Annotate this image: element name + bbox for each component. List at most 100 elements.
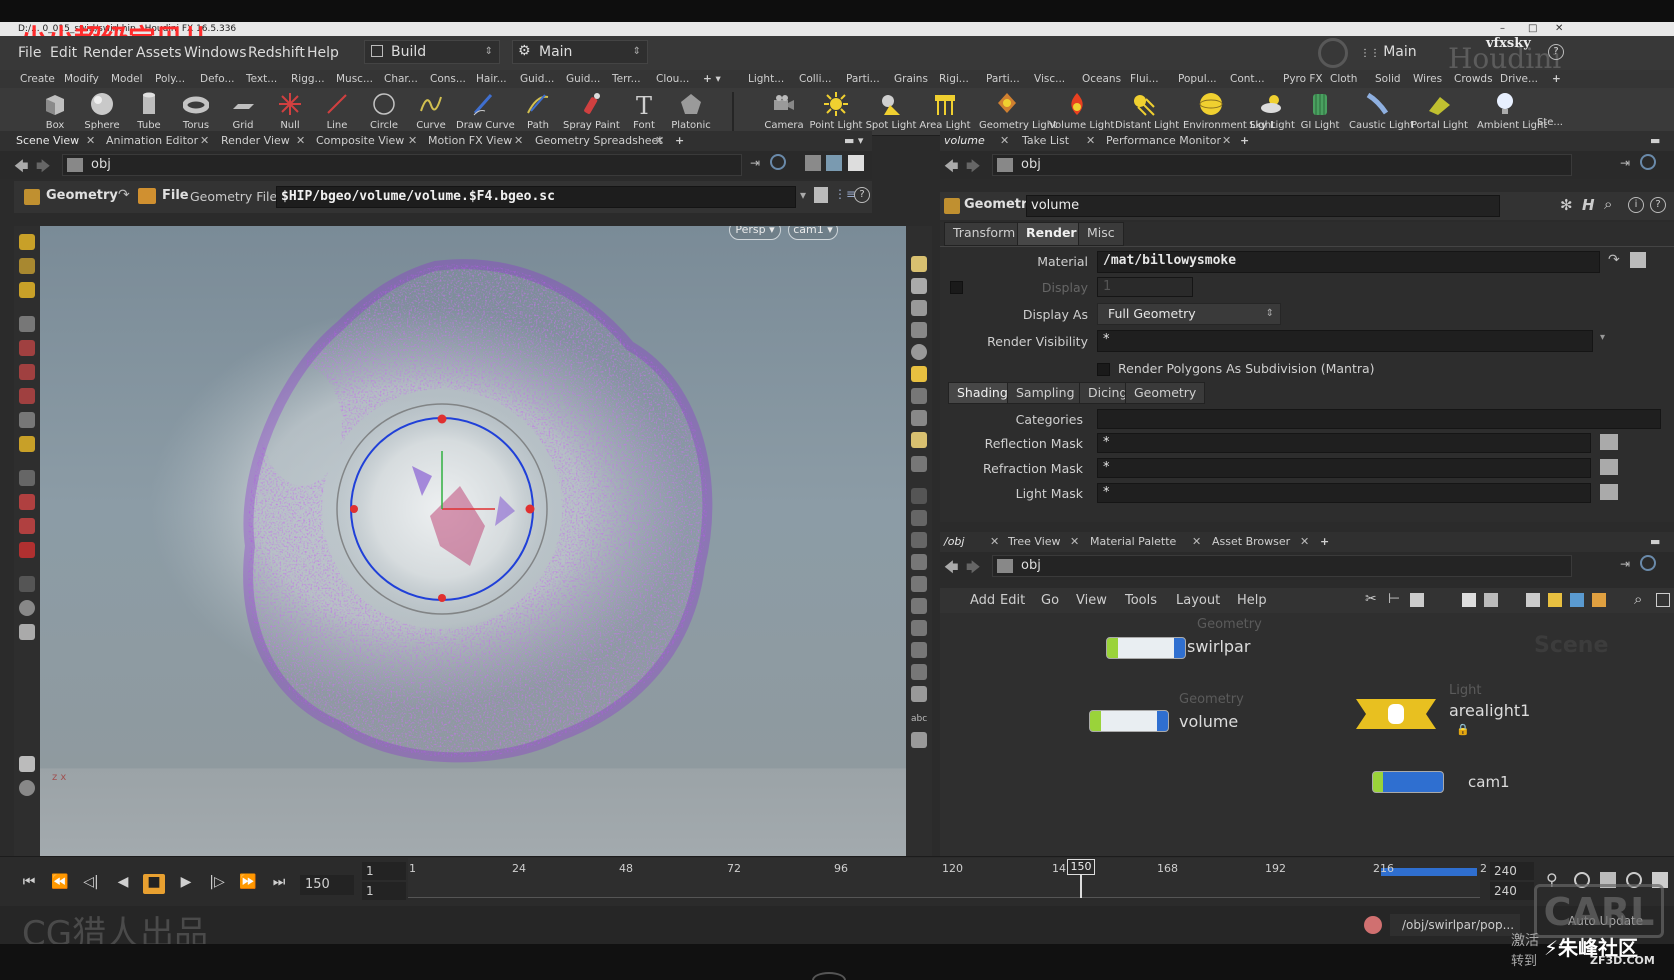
tool-portal-light[interactable]: Portal Light — [1411, 88, 1468, 136]
dropdown-arrow-icon[interactable]: ▾ — [1600, 332, 1605, 343]
close-icon[interactable]: ✕ — [1070, 535, 1079, 548]
snap-magnet-icon[interactable] — [19, 542, 35, 558]
network-editor[interactable]: Scene Geometry swirlpar Geometry volume … — [940, 613, 1674, 856]
display-icon[interactable] — [911, 256, 927, 272]
tool-stereo-camera[interactable]: Ste... — [1530, 88, 1570, 136]
lock-icon[interactable] — [911, 300, 927, 316]
frame-all-icon[interactable] — [1656, 593, 1670, 607]
add-tab-icon[interactable]: + — [675, 134, 684, 147]
network-menu-layout[interactable]: Layout — [1176, 593, 1220, 608]
snapshot-icon[interactable] — [911, 732, 927, 748]
render-visibility-field[interactable]: * — [1097, 330, 1593, 352]
material-field[interactable]: /mat/billowysmoke — [1097, 251, 1600, 273]
help-icon[interactable]: ? — [1548, 44, 1564, 60]
pane-menu-icon[interactable]: ▬ — [1650, 134, 1660, 147]
start-frame-field[interactable]: 1 — [362, 862, 406, 880]
shelf-tab-model[interactable]: Model — [111, 73, 143, 85]
left-path-field[interactable]: obj — [62, 154, 742, 176]
tool-distant-light[interactable]: Distant Light — [1115, 88, 1179, 136]
shelf-tab-particle-fluids[interactable]: Parti... — [986, 73, 1020, 85]
close-icon[interactable]: ✕ — [408, 134, 417, 147]
tool-platonic[interactable]: Platonic — [663, 88, 719, 136]
forward-arrow-icon[interactable]: 🡆 — [36, 156, 50, 180]
visibility-icon[interactable] — [911, 322, 927, 338]
param-path-field[interactable]: obj — [992, 154, 1572, 176]
end-frame-field-2[interactable]: 240 — [1490, 882, 1534, 900]
end-frame-field[interactable]: 240 — [1490, 862, 1534, 880]
start-frame-field-2[interactable]: 1 — [362, 882, 406, 900]
close-icon[interactable]: ✕ — [990, 535, 999, 548]
shelf-tab-rigid[interactable]: Rigi... — [939, 73, 969, 85]
pose-tool-icon[interactable] — [19, 282, 35, 298]
sub-tab-geometry[interactable]: Geometry — [1125, 382, 1206, 404]
shelf-tab-container[interactable]: Cont... — [1230, 73, 1265, 85]
tab-volume[interactable]: volume — [944, 134, 985, 147]
sphere-tool-icon[interactable] — [19, 600, 35, 616]
shelf-tab-cloud[interactable]: Clou... — [656, 73, 689, 85]
folder-tab-misc[interactable]: Misc — [1078, 222, 1124, 246]
reflection-mask-field[interactable]: * — [1097, 433, 1591, 453]
shelf-tab-pyro[interactable]: Pyro FX — [1283, 73, 1323, 85]
mask-chooser-icon[interactable] — [1600, 434, 1618, 450]
network-menu-add[interactable]: Add — [970, 593, 995, 608]
ball-icon[interactable] — [19, 780, 35, 796]
shading-icon[interactable] — [911, 344, 927, 360]
view-tool-icon[interactable] — [19, 436, 35, 452]
paint-icon[interactable] — [19, 756, 35, 772]
tool-draw-curve[interactable]: Draw Curve — [456, 88, 515, 136]
dropdown-arrow-icon[interactable]: ▾ — [800, 188, 806, 202]
play-reverse-button[interactable]: ◀ — [112, 874, 134, 894]
geometry-file-field[interactable]: $HIP/bgeo/volume/volume.$F4.bgeo.sc — [276, 186, 796, 208]
link-icon[interactable] — [1640, 555, 1656, 571]
shelf-tab-cloth[interactable]: Cloth — [1330, 73, 1357, 85]
shelf-tab-grains[interactable]: Grains — [894, 73, 928, 85]
shelf-tab-muscles[interactable]: Musc... — [336, 73, 373, 85]
tab-tree-view[interactable]: Tree View — [1008, 535, 1061, 548]
search-icon[interactable]: ⌕ — [1604, 195, 1612, 213]
frame-cursor-label[interactable]: 150 — [1067, 859, 1095, 875]
camera-menu[interactable]: cam1 ▾ — [788, 226, 838, 240]
maximize-button[interactable]: □ — [1528, 22, 1537, 36]
tab-material-palette[interactable]: Material Palette — [1090, 535, 1176, 548]
close-icon[interactable]: ✕ — [1000, 134, 1009, 147]
tool-point-light[interactable]: Point Light — [808, 88, 864, 136]
number-icon[interactable] — [911, 554, 927, 570]
shelf-tab-rigging[interactable]: Rigg... — [291, 73, 325, 85]
close-window-button[interactable]: ✕ — [1555, 22, 1563, 36]
info-icon[interactable]: i — [1628, 197, 1644, 213]
note-icon[interactable] — [1548, 593, 1562, 607]
snap-icon[interactable] — [826, 155, 842, 171]
shelf-tab-deform[interactable]: Defo... — [200, 73, 235, 85]
menu-edit[interactable]: Edit — [50, 45, 77, 61]
close-icon[interactable]: ✕ — [200, 134, 209, 147]
viewport-layout-icon[interactable] — [805, 155, 821, 171]
shelf-tab-oceans[interactable]: Oceans — [1082, 73, 1121, 85]
file-chooser-icon[interactable] — [814, 187, 828, 203]
tab-obj[interactable]: /obj — [944, 535, 964, 548]
network-path-field[interactable]: obj — [992, 555, 1572, 577]
shelf-tab-lights[interactable]: Light... — [748, 73, 784, 85]
transform-icon[interactable] — [19, 412, 35, 428]
tool-caustic-light[interactable]: Caustic Light — [1349, 88, 1414, 136]
forward-arrow-icon[interactable]: 🡆 — [966, 156, 980, 180]
menu-redshift[interactable]: Redshift — [248, 45, 305, 61]
close-icon[interactable]: ✕ — [1300, 535, 1309, 548]
tool-geometry-light[interactable]: Geometry Light — [979, 88, 1057, 136]
text-label-icon[interactable]: abc — [911, 714, 927, 730]
tab-geometry-spreadsheet[interactable]: Geometry Spreadsheet — [535, 134, 663, 147]
add-tab-icon[interactable]: + — [1240, 134, 1249, 147]
stop-button[interactable]: ■ — [143, 874, 165, 894]
stack-icon[interactable] — [1592, 593, 1606, 607]
jump-to-icon[interactable]: ↷ — [1608, 252, 1620, 268]
list-icon[interactable] — [1410, 593, 1424, 607]
next-key-button[interactable]: ⏩ — [237, 874, 259, 894]
close-icon[interactable]: ✕ — [514, 134, 523, 147]
rotate-icon[interactable] — [19, 364, 35, 380]
shelf-tab-texture[interactable]: Text... — [246, 73, 277, 85]
shelf-add-tab-icon[interactable]: + ▾ — [703, 73, 721, 85]
shelf-tab-solid[interactable]: Solid — [1375, 73, 1401, 85]
close-icon[interactable]: ✕ — [296, 134, 305, 147]
shelf-tab-fluid-containers[interactable]: Flui... — [1130, 73, 1159, 85]
tool-ambient-light[interactable]: Ambient Light — [1477, 88, 1547, 136]
shelf-tab-characters[interactable]: Char... — [384, 73, 418, 85]
